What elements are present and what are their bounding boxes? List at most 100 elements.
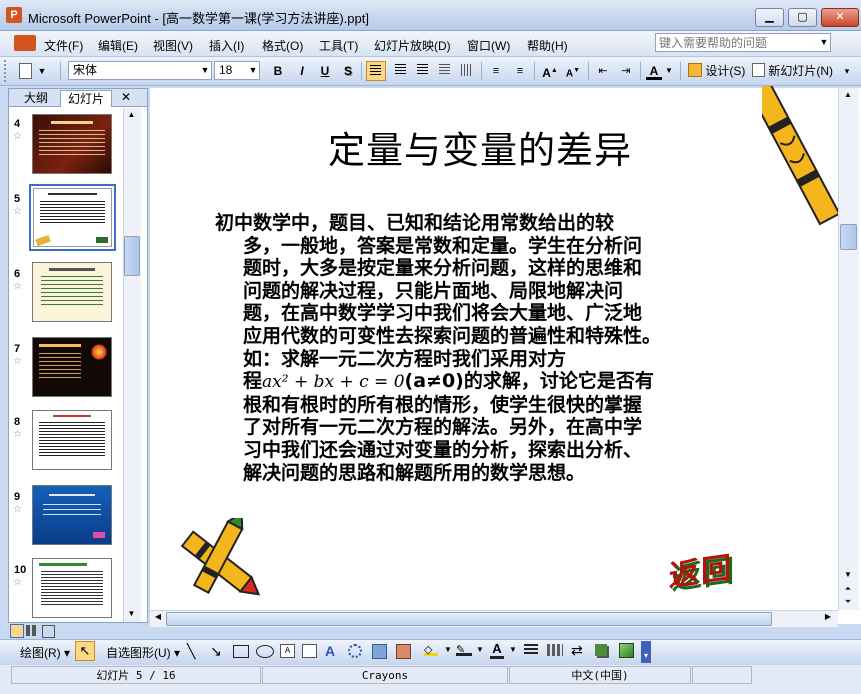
minimize-button[interactable]: ▁ [755,8,784,27]
slide-thumbnail-4[interactable] [32,114,112,174]
fill-color-dropdown-icon[interactable]: ▼ [444,645,452,654]
slideshow-view-icon[interactable] [42,625,55,638]
oval-icon[interactable] [256,645,274,658]
align-center-icon[interactable] [392,63,408,79]
new-document-icon[interactable] [16,63,34,79]
scroll-up-icon[interactable]: ▲ [841,90,855,102]
dash-style-icon[interactable] [547,644,563,656]
transition-star-icon[interactable]: ☆ [13,131,22,142]
slide-thumbnail-8[interactable] [32,410,112,470]
scroll-right-icon[interactable]: ▶ [822,612,834,624]
textbox-icon[interactable]: A [280,644,295,658]
clipart-icon[interactable] [372,644,387,659]
bold-button[interactable]: B [270,63,286,79]
menu-slideshow[interactable]: 幻灯片放映(D) [374,37,451,54]
picture-icon[interactable] [396,644,411,659]
pane-close-icon[interactable]: ✕ [118,89,134,105]
previous-slide-icon[interactable]: ⏶ [841,584,855,596]
slide-body-text[interactable]: 初中数学中，题目、已知和结论用常数给出的较 多，一般地，答案是常数和定量。学生在… [215,212,775,484]
select-objects-icon[interactable]: ↖ [75,641,95,661]
line-icon[interactable]: ╲ [187,643,195,660]
font-color-draw-dropdown-icon[interactable]: ▼ [509,645,517,654]
slide-horizontal-scroll-thumb[interactable] [166,612,772,626]
diagram-icon[interactable] [348,644,362,658]
font-name-dropdown-icon[interactable]: ▼ [199,62,211,79]
line-color-dropdown-icon[interactable]: ▼ [476,645,484,654]
scroll-down-icon[interactable]: ▼ [841,570,855,582]
menu-help[interactable]: 帮助(H) [527,37,568,54]
toolbar-grip[interactable] [4,60,11,82]
slide-thumbnail-9[interactable] [32,485,112,545]
tab-outline[interactable]: 大纲 [16,90,56,106]
shadow-style-icon[interactable] [595,644,607,656]
decrease-font-icon[interactable]: A▼ [564,63,582,79]
document-icon[interactable] [14,35,36,51]
line-color-icon[interactable]: ✎ [456,643,472,656]
decrease-indent-icon[interactable]: ⇤ [595,63,611,79]
menu-file[interactable]: 文件(F) [44,37,83,54]
slide-vertical-scroll-thumb[interactable] [840,224,857,250]
slide-vertical-scrollbar[interactable] [838,88,859,610]
menu-window[interactable]: 窗口(W) [467,37,510,54]
align-right-icon[interactable] [414,63,430,79]
normal-view-icon[interactable] [10,624,24,638]
bullets-icon[interactable]: ≡ [512,63,528,79]
slide-sorter-view-icon[interactable] [26,625,37,636]
rectangle-icon[interactable] [233,645,249,658]
scroll-up-icon[interactable]: ▲ [125,110,138,120]
menu-format[interactable]: 格式(O) [262,37,303,54]
increase-font-icon[interactable]: A▲ [541,63,559,80]
vertical-textbox-icon[interactable] [302,644,317,658]
slides-pane-scrollbar[interactable] [123,108,141,622]
toolbar-options-icon[interactable]: ▾ [641,641,651,663]
slide-thumbnail-6[interactable] [32,262,112,322]
tab-slides[interactable]: 幻灯片 [60,90,112,107]
italic-button[interactable]: I [294,63,310,79]
dropdown-icon[interactable]: ▼ [36,63,48,79]
scroll-left-icon[interactable]: ◀ [152,612,164,624]
font-color-draw-icon[interactable]: A [490,641,504,659]
underline-button[interactable]: U [317,63,333,79]
arrow-style-icon[interactable]: ⇄ [571,642,583,659]
arrow-icon[interactable]: ↘ [210,643,222,660]
numbering-icon[interactable]: ≡ [488,63,504,79]
menu-insert[interactable]: 插入(I) [209,37,244,54]
next-slide-icon[interactable]: ⏷ [841,597,855,609]
menu-view[interactable]: 视图(V) [153,37,193,54]
fill-color-icon[interactable]: ◇ [424,643,438,656]
transition-star-icon[interactable]: ☆ [13,429,22,440]
menu-tools[interactable]: 工具(T) [319,37,358,54]
increase-indent-icon[interactable]: ⇥ [618,63,634,79]
slide-thumbnail-7[interactable] [32,337,112,397]
powerpoint-app-icon[interactable]: P [6,7,22,23]
slide-title[interactable]: 定量与变量的差异 [160,120,800,174]
close-button[interactable]: ✕ [821,8,859,27]
wordart-icon[interactable]: A [325,643,335,659]
slide-thumbnail-5[interactable] [29,184,116,251]
line-style-icon[interactable] [524,644,538,656]
autoshapes-button[interactable]: 自选图形(U) ▾ [106,644,180,661]
transition-star-icon[interactable]: ☆ [13,504,22,515]
return-action-button[interactable]: 返回 返回 [668,544,756,598]
menu-edit[interactable]: 编辑(E) [98,37,138,54]
help-search-dropdown-icon[interactable]: ▼ [818,34,830,51]
design-button[interactable]: 设计(S) [688,63,750,79]
maximize-button[interactable]: ▢ [788,8,817,27]
slide-thumbnail-10[interactable] [32,558,112,618]
transition-star-icon[interactable]: ☆ [13,281,22,292]
slides-pane-scroll-thumb[interactable] [124,236,140,276]
transition-star-icon[interactable]: ☆ [13,206,22,217]
transition-star-icon[interactable]: ☆ [13,356,22,367]
3d-style-icon[interactable] [619,643,634,658]
font-size-dropdown-icon[interactable]: ▼ [247,62,259,79]
scroll-down-icon[interactable]: ▼ [125,609,138,619]
draw-menu-button[interactable]: 绘图(R) ▾ [20,644,70,661]
font-color-dropdown-icon[interactable]: ▼ [664,63,674,79]
help-search-input[interactable]: 键入需要帮助的问题 [655,33,831,52]
font-name-combo[interactable]: 宋体 [68,61,212,80]
justify-icon[interactable] [436,63,452,79]
font-color-icon[interactable]: A [646,63,662,80]
align-left-button[interactable] [366,61,386,81]
new-slide-button[interactable]: 新幻灯片(N) [752,63,838,79]
transition-star-icon[interactable]: ☆ [13,577,22,588]
